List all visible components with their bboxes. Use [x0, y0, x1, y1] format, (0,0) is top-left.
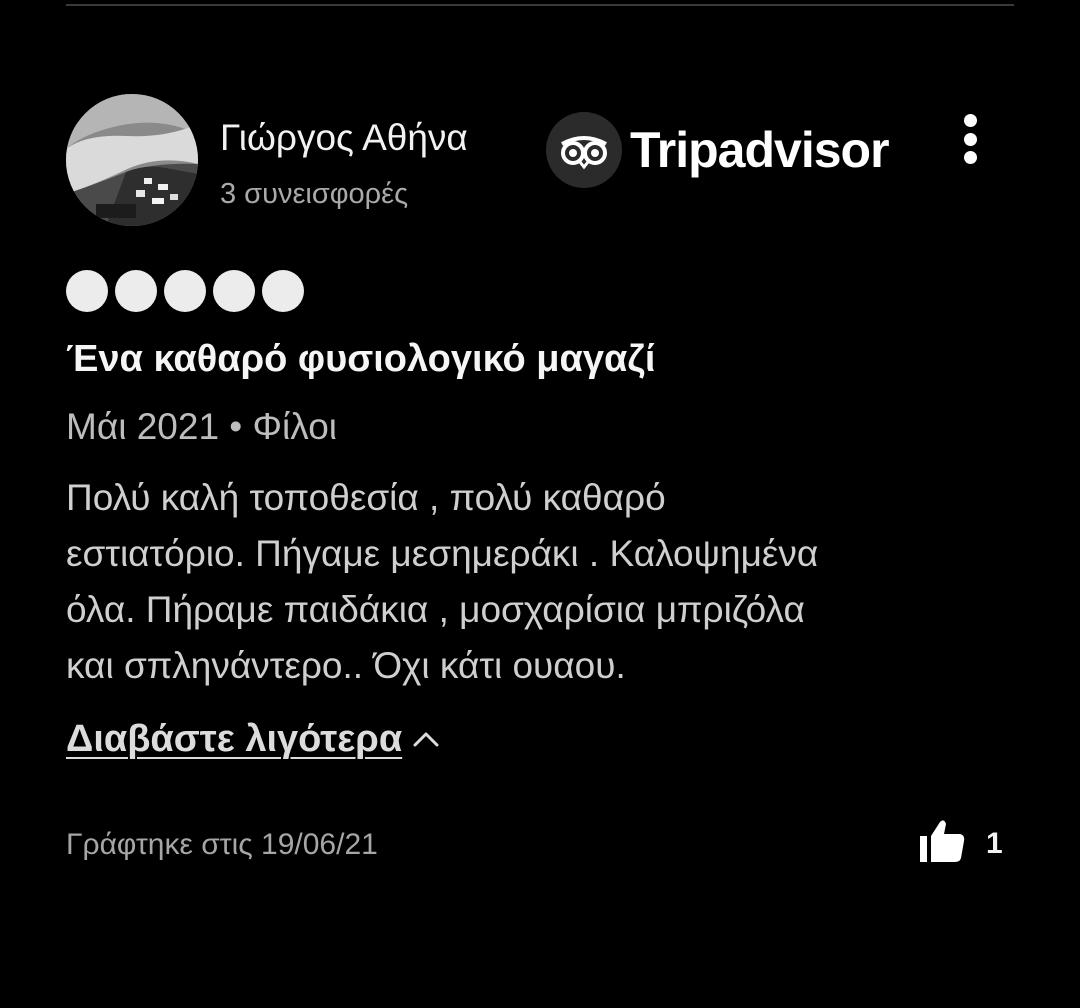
more-vertical-icon-dot — [963, 151, 977, 164]
avatar-photo — [66, 94, 198, 226]
chevron-up-icon — [412, 730, 440, 748]
review-body-line: Πολύ καλή τοποθεσία , πολύ καθαρό — [66, 477, 666, 518]
rating-bubble — [262, 270, 304, 312]
review-title: Ένα καθαρό φυσιολογικό μαγαζί — [66, 338, 656, 380]
top-divider — [66, 4, 1014, 6]
more-vertical-icon-dot — [963, 132, 977, 146]
review-body: Πολύ καλή τοποθεσία , πολύ καθαρό εστιατ… — [66, 470, 1016, 694]
review-body-line: εστιατόριο. Πήγαμε μεσημεράκι . Καλοψημέ… — [66, 533, 819, 574]
author-contributions: 3 συνεισφορές — [220, 178, 409, 210]
review-body-line: και σπληνάντερο.. Όχι κάτι ουαου. — [66, 645, 626, 686]
author-name[interactable]: Γιώργος Αθήνα — [220, 116, 468, 160]
avatar[interactable] — [66, 94, 198, 226]
more-options-button[interactable] — [948, 108, 992, 170]
tripadvisor-logo: Tripadvisor — [546, 110, 890, 190]
written-date: Γράφτηκε στις 19/06/21 — [66, 828, 378, 861]
more-vertical-icon — [963, 114, 977, 127]
tripadvisor-wordmark: Tripadvisor — [630, 122, 890, 178]
helpful-vote-button[interactable]: 1 — [918, 818, 1003, 869]
helpful-count: 1 — [986, 826, 1003, 860]
review-body-line: όλα. Πήραμε παιδάκια , μοσχαρίσια μπριζό… — [66, 589, 805, 630]
rating-bubble — [213, 270, 255, 312]
review-meta: Μάι 2021 • Φίλοι — [66, 406, 338, 447]
thumbs-up-icon — [918, 818, 966, 869]
read-less-label: Διαβάστε λιγότερα — [66, 718, 403, 760]
rating-bubbles — [66, 270, 304, 312]
read-less-link[interactable]: Διαβάστε λιγότερα — [66, 716, 440, 762]
rating-bubble — [115, 270, 157, 312]
tripadvisor-owl-icon — [546, 112, 622, 188]
rating-bubble — [66, 270, 108, 312]
rating-bubble — [164, 270, 206, 312]
